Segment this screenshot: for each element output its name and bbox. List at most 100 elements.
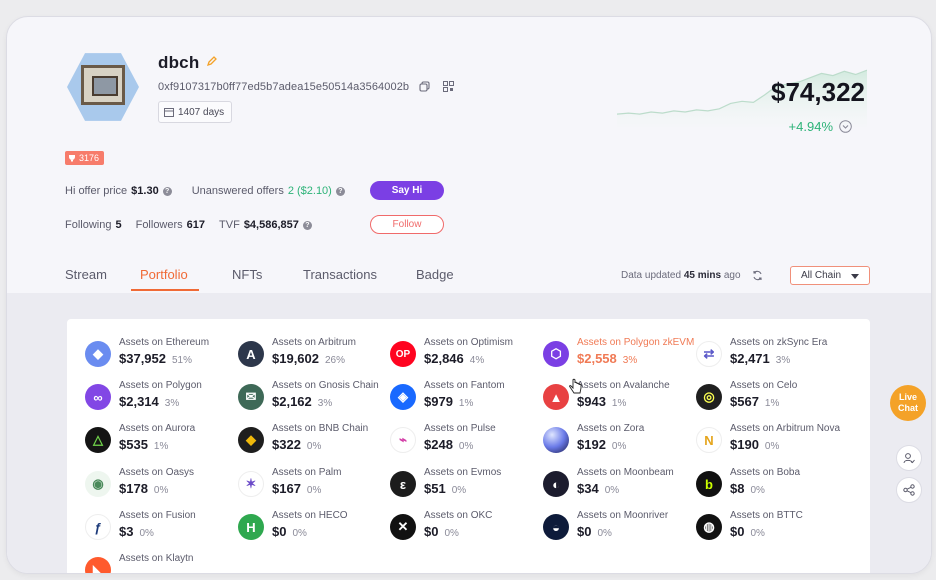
trophy-badge[interactable]: 3176 (65, 151, 105, 165)
help-icon[interactable]: ? (162, 186, 172, 196)
chain-asset-item[interactable]: b Assets on Boba $8 0% (696, 467, 846, 503)
edit-icon[interactable] (206, 55, 218, 67)
live-chat-button[interactable]: Live Chat (890, 385, 926, 421)
aurora-icon: △ (85, 427, 111, 453)
say-hi-button[interactable]: Say Hi (370, 181, 444, 200)
chain-asset-percent: 3% (317, 398, 333, 409)
chain-asset-percent: 0% (604, 485, 620, 496)
chain-asset-percent: 0% (597, 528, 612, 539)
tab-portfolio[interactable]: Portfolio (140, 267, 188, 282)
chain-asset-value-row: $0 0% (577, 524, 612, 539)
chain-asset-value: $0 (730, 524, 745, 539)
chain-asset-item[interactable]: ƒ Assets on Fusion $3 0% (85, 510, 235, 546)
chain-asset-label: Assets on Avalanche (577, 380, 670, 391)
chain-asset-value-row: $0 0% (424, 524, 459, 539)
user-check-button[interactable] (896, 445, 922, 471)
wallet-address: 0xf9107317b0ff77ed5b7adea15e50514a356400… (158, 81, 410, 93)
chain-asset-percent: 0% (451, 485, 467, 496)
chain-asset-value-row: $3 0% (119, 524, 154, 539)
chain-asset-item[interactable]: H Assets on HECO $0 0% (238, 510, 388, 546)
chain-asset-item[interactable]: ◎ Assets on Celo $567 1% (696, 380, 846, 416)
chain-asset-item[interactable]: Assets on Zora $192 0% (543, 423, 693, 459)
chain-asset-item[interactable]: OP Assets on Optimism $2,846 4% (390, 337, 540, 373)
chain-asset-item[interactable]: ◈ Assets on Fantom $979 1% (390, 380, 540, 416)
copy-icon[interactable] (419, 81, 430, 92)
chain-asset-label: Assets on Pulse (424, 423, 496, 434)
ethereum-icon: ◆ (85, 341, 111, 367)
chain-asset-value: $2,558 (577, 351, 617, 366)
evmos-icon: ε (390, 471, 416, 497)
chain-asset-percent: 0% (458, 441, 474, 452)
chain-asset-item[interactable]: △ Assets on Aurora $535 1% (85, 423, 235, 459)
following-value[interactable]: 5 (115, 219, 121, 231)
chain-asset-value: $943 (577, 394, 606, 409)
chain-asset-item[interactable]: ◣ Assets on Klaytn (85, 553, 235, 573)
chain-asset-item[interactable]: ✕ Assets on OKC $0 0% (390, 510, 540, 546)
help-icon[interactable]: ? (302, 220, 312, 230)
chain-asset-value: $3 (119, 524, 134, 539)
chain-asset-item[interactable]: ▲ Assets on Avalanche $943 1% (543, 380, 693, 416)
chain-asset-value-row: $178 0% (119, 481, 168, 496)
chain-select[interactable]: All Chain (790, 266, 870, 285)
chain-asset-value-row: $190 0% (730, 437, 779, 452)
chain-asset-value-row: $192 0% (577, 437, 626, 452)
chain-asset-percent: 0% (611, 441, 627, 452)
tvf-label: TVF (219, 219, 240, 231)
user-check-icon (903, 453, 915, 464)
days-text: 1407 days (178, 106, 225, 118)
tab-nfts[interactable]: NFTs (232, 267, 262, 282)
chain-asset-percent: 1% (458, 398, 474, 409)
okc-icon: ✕ (390, 514, 416, 540)
chain-asset-value-row: $567 1% (730, 394, 779, 409)
account-age: 1407 days (158, 101, 233, 123)
chain-asset-item[interactable]: ◐ Assets on Moonbeam $34 0% (543, 467, 693, 503)
fantom-icon: ◈ (390, 384, 416, 410)
unanswered-value[interactable]: 2 ($2.10) (288, 185, 332, 197)
help-icon[interactable]: ? (335, 186, 345, 196)
chain-asset-percent: 26% (325, 355, 346, 366)
chain-asset-item[interactable]: ∞ Assets on Polygon $2,314 3% (85, 380, 235, 416)
chain-asset-item[interactable]: ◆ Assets on Ethereum $37,952 51% (85, 337, 235, 373)
chain-asset-label: Assets on Polygon (119, 380, 202, 391)
chain-asset-value: $567 (730, 394, 759, 409)
avatar-image (81, 65, 125, 105)
chain-asset-item[interactable]: ε Assets on Evmos $51 0% (390, 467, 540, 503)
chain-asset-value-row: $8 0% (730, 481, 765, 496)
chain-asset-item[interactable]: ⌁ Assets on Pulse $248 0% (390, 423, 540, 459)
qr-code-icon[interactable] (443, 81, 454, 92)
chain-asset-percent: 0% (764, 441, 780, 452)
chain-asset-percent: 3% (622, 355, 638, 366)
username: dbch (158, 53, 200, 72)
followers-label[interactable]: Followers (136, 219, 183, 231)
hi-offer-value: $1.30 (131, 185, 159, 197)
chain-asset-item[interactable]: ◒ Assets on Moonriver $0 0% (543, 510, 693, 546)
avatar[interactable] (67, 53, 139, 121)
tab-transactions[interactable]: Transactions (303, 267, 377, 282)
chain-asset-label: Assets on zkSync Era (730, 337, 828, 348)
refresh-icon[interactable] (752, 270, 763, 281)
chain-asset-item[interactable]: ⇄ Assets on zkSync Era $2,471 3% (696, 337, 846, 373)
chain-asset-value: $37,952 (119, 351, 166, 366)
chain-asset-item[interactable]: ⬡ Assets on Polygon zkEVM $2,558 3% (543, 337, 694, 373)
chain-asset-item[interactable]: ✶ Assets on Palm $167 0% (238, 467, 388, 503)
chain-asset-percent: 0% (750, 528, 765, 539)
share-button[interactable] (896, 477, 922, 503)
chain-asset-item[interactable]: ◉ Assets on Oasys $178 0% (85, 467, 235, 503)
chain-asset-item[interactable]: ◍ Assets on BTTC $0 0% (696, 510, 846, 546)
tab-badge[interactable]: Badge (416, 267, 454, 282)
follow-button[interactable]: Follow (370, 215, 444, 234)
chevron-down-icon[interactable] (839, 120, 852, 133)
chain-asset-label: Assets on Evmos (424, 467, 502, 478)
chain-asset-item[interactable]: N Assets on Arbitrum Nova $190 0% (696, 423, 846, 459)
tab-stream[interactable]: Stream (65, 267, 107, 282)
chain-asset-label: Assets on BTTC (730, 510, 803, 521)
following-label[interactable]: Following (65, 219, 111, 231)
chain-asset-item[interactable]: ✉ Assets on Gnosis Chain $2,162 3% (238, 380, 388, 416)
chain-asset-value-row: $979 1% (424, 394, 473, 409)
boba-icon: b (696, 471, 722, 497)
followers-value[interactable]: 617 (187, 219, 205, 231)
chain-asset-value: $322 (272, 437, 301, 452)
chain-asset-item[interactable]: ◆ Assets on BNB Chain $322 0% (238, 423, 388, 459)
chain-asset-item[interactable]: A Assets on Arbitrum $19,602 26% (238, 337, 388, 373)
chain-asset-percent: 51% (172, 355, 193, 366)
